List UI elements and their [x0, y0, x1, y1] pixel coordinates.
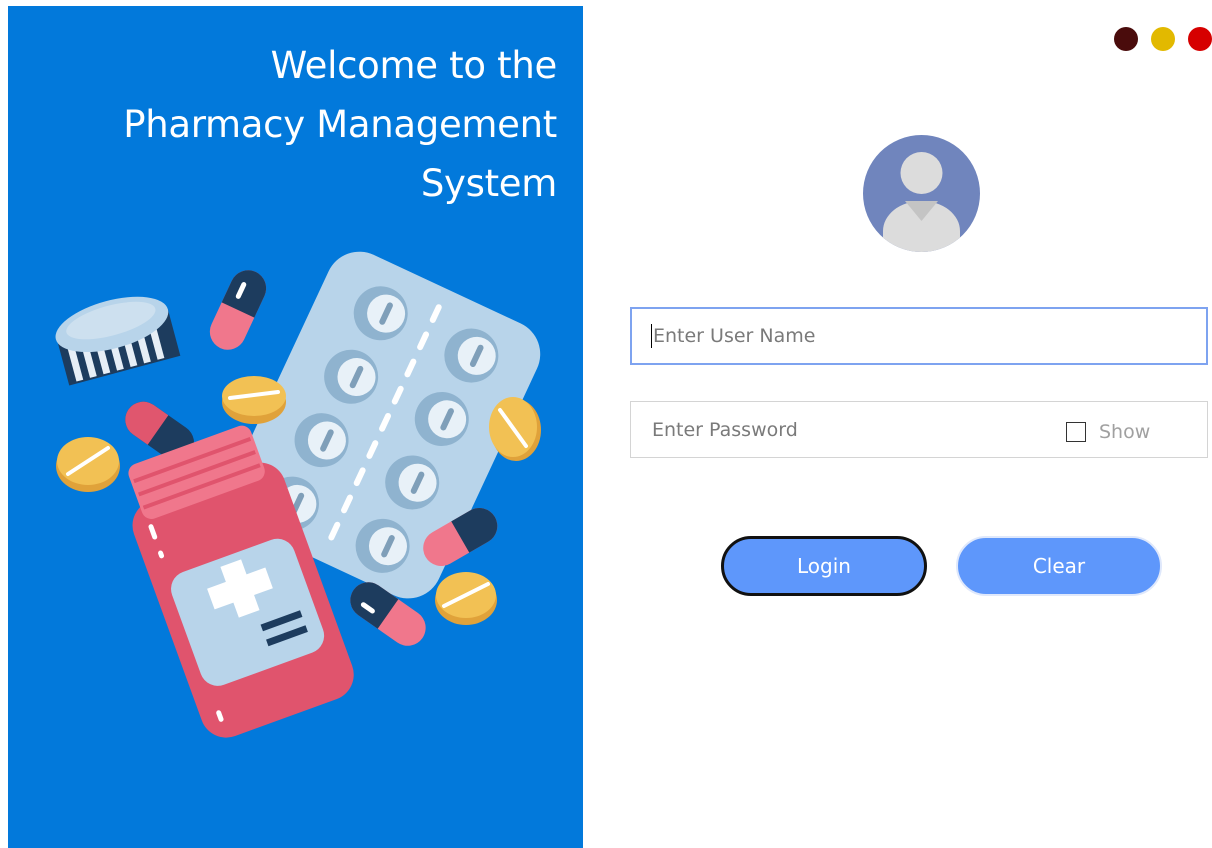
text-caret: [651, 324, 652, 348]
show-password-toggle[interactable]: Show: [1066, 421, 1150, 443]
pharmacy-illustration: [55, 251, 541, 738]
clear-button[interactable]: Clear: [956, 536, 1162, 596]
maximize-dot[interactable]: [1151, 27, 1175, 51]
close-dot[interactable]: [1188, 27, 1212, 51]
user-avatar-icon: [863, 135, 980, 252]
welcome-panel: Welcome to the Pharmacy Management Syste…: [8, 6, 583, 848]
username-input[interactable]: [653, 309, 1183, 363]
username-field[interactable]: [630, 307, 1208, 365]
minimize-dot[interactable]: [1114, 27, 1138, 51]
capsule-icon: [209, 270, 267, 350]
login-window: Welcome to the Pharmacy Management Syste…: [0, 0, 1212, 848]
window-controls: [1114, 27, 1212, 51]
password-input[interactable]: [652, 402, 1052, 457]
show-password-label: Show: [1099, 421, 1151, 443]
bottle-cap-icon: [55, 296, 181, 386]
show-password-checkbox[interactable]: [1066, 422, 1086, 442]
pill-icon: [222, 376, 286, 424]
password-field[interactable]: Show: [630, 401, 1208, 458]
pill-icon: [435, 572, 497, 625]
pill-icon: [56, 437, 120, 492]
login-button[interactable]: Login: [721, 536, 927, 596]
